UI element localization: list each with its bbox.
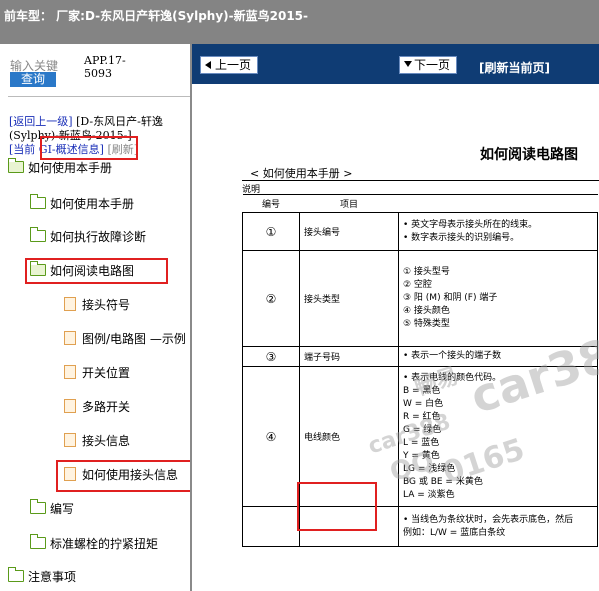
tree-item-label: 注意事项 — [28, 570, 77, 584]
tree-item[interactable]: 如何使用本手册 — [8, 158, 113, 177]
tree-item[interactable]: 注意事项 — [8, 567, 77, 586]
row-item: 端子号码 — [299, 346, 399, 367]
title-bar: 前车型： 厂家:D-东风日产轩逸(Sylphy)-新蓝鸟2015- — [0, 0, 599, 44]
highlight-box — [297, 482, 377, 531]
page-icon — [64, 297, 76, 311]
row-description: • 当线色为条纹状时，会先表示底色，然后 例如：L/W = 蓝底白条纹 — [398, 506, 598, 547]
tree-item-label: 如何使用本手册 — [28, 161, 113, 175]
row-item: 接头类型 — [299, 250, 399, 347]
column-header — [398, 194, 598, 213]
description-line: • 数字表示接头的识别编号。 — [403, 232, 520, 243]
tree-item-label: 图例/电路图 —示例 — [82, 332, 186, 346]
tree-item-label: 如何使用本手册 — [50, 197, 135, 211]
highlight-box — [25, 258, 168, 284]
current-prefix: [当前 — [9, 143, 36, 156]
description-line: ① 接头型号 — [403, 267, 450, 277]
folder-icon — [8, 567, 24, 582]
folder-icon — [30, 227, 46, 242]
row-number: ④ — [242, 366, 300, 507]
prev-page-label: 上一页 — [215, 58, 252, 72]
description-line: • 当线色为条纹状时，会先表示底色，然后 — [403, 514, 574, 525]
arrow-left-icon — [205, 61, 211, 69]
description-line: LA = 淡紫色 — [403, 489, 455, 500]
page-icon — [64, 433, 76, 447]
document-view: 如何阅读电路图 < 如何使用本手册 > 说明 编号 项目 ① 接头编号 • 英文字母… — [192, 84, 599, 591]
page-nav: 上一页 下一页 [刷新当前页] — [192, 44, 599, 84]
next-page-button[interactable]: 下一页 — [399, 56, 458, 74]
folder-open-icon — [8, 158, 24, 173]
tree-item[interactable]: 标准螺栓的拧紧扭矩 — [30, 534, 159, 553]
refresh-page-link[interactable]: [刷新当前页] — [479, 59, 550, 76]
table-row: ② 接头类型 ① 接头型号 ② 空腔 ③ 阳 (M) 和阴 (F) 端子 ④ 接头颜色 ⑤ … — [242, 250, 598, 347]
row-number: ② — [242, 250, 300, 347]
folder-icon — [30, 194, 46, 209]
row-description: • 英文字母表示接头所在的线束。 • 数字表示接头的识别编号。 — [398, 212, 598, 251]
tree-item-label: 标准螺栓的拧紧扭矩 — [50, 537, 159, 551]
tree-item-label: 接头符号 — [82, 298, 131, 312]
tree-item[interactable]: 编写 — [30, 499, 75, 518]
tree-item[interactable]: 如何使用本手册 — [30, 194, 135, 213]
description-line: 例如：L/W = 蓝底白条纹 — [403, 527, 506, 538]
tree-item-label: 开关位置 — [82, 366, 131, 380]
description-line: • 英文字母表示接头所在的线束。 — [403, 219, 538, 230]
highlight-box — [56, 460, 190, 492]
tree-item[interactable]: 图例/电路图 —示例 — [64, 330, 186, 348]
column-header: 编号 — [242, 194, 300, 213]
row-number: ③ — [242, 346, 300, 367]
doc-title: 如何阅读电路图 — [480, 147, 578, 163]
section-title: < 如何使用本手册 > — [250, 167, 353, 180]
next-page-label: 下一页 — [414, 58, 451, 72]
tree-item-label: 多路开关 — [82, 400, 131, 414]
highlight-box — [40, 136, 138, 160]
column-header: 项目 — [299, 194, 399, 213]
table-row: • 当线色为条纹状时，会先表示底色，然后 例如：L/W = 蓝底白条纹 — [242, 506, 598, 547]
tree-item-label: 接头信息 — [82, 434, 131, 448]
left-pane: 输入关键 查询 APP.17-5093 [返回上一级] [D-东风日产-轩逸(S… — [0, 44, 190, 591]
description-line: ② 空腔 — [403, 280, 432, 290]
folder-icon — [30, 499, 46, 514]
description-line: ⑤ 特殊类型 — [403, 319, 450, 329]
tree-item[interactable]: 开关位置 — [64, 364, 130, 382]
tree-item[interactable]: 多路开关 — [64, 398, 130, 416]
divider — [8, 96, 190, 97]
row-number: ① — [242, 212, 300, 251]
row-description: ① 接头型号 ② 空腔 ③ 阳 (M) 和阴 (F) 端子 ④ 接头颜色 ⑤ 特殊类型 — [398, 250, 598, 347]
arrow-down-icon — [404, 61, 412, 67]
tree-item-label: 编写 — [50, 502, 75, 516]
description-line: BG 或 BE = 米黄色 — [403, 476, 483, 487]
table-row: ① 接头编号 • 英文字母表示接头所在的线束。 • 数字表示接头的识别编号。 — [242, 212, 598, 251]
vehicle-title: 前车型： 厂家:D-东风日产轩逸(Sylphy)-新蓝鸟2015- — [4, 9, 309, 23]
row-number — [242, 506, 300, 547]
description-line: ④ 接头颜色 — [403, 306, 450, 316]
page-icon — [64, 331, 76, 345]
folder-icon — [30, 534, 46, 549]
back-link[interactable]: [返回上一级] — [9, 115, 73, 128]
prev-page-button[interactable]: 上一页 — [200, 56, 259, 74]
tree-item[interactable]: 接头信息 — [64, 432, 130, 450]
app-code: APP.17-5093 — [84, 54, 126, 80]
tree-item[interactable]: 如何执行故障诊断 — [30, 227, 147, 246]
page-icon — [64, 399, 76, 413]
page-icon — [64, 365, 76, 379]
tree-item[interactable]: 接头符号 — [64, 296, 130, 314]
row-item: 接头编号 — [299, 212, 399, 251]
search-button[interactable]: 查询 — [10, 72, 56, 87]
tree-item-label: 如何执行故障诊断 — [50, 230, 147, 244]
divider — [242, 180, 599, 181]
description-line: ③ 阳 (M) 和阴 (F) 端子 — [403, 293, 498, 303]
